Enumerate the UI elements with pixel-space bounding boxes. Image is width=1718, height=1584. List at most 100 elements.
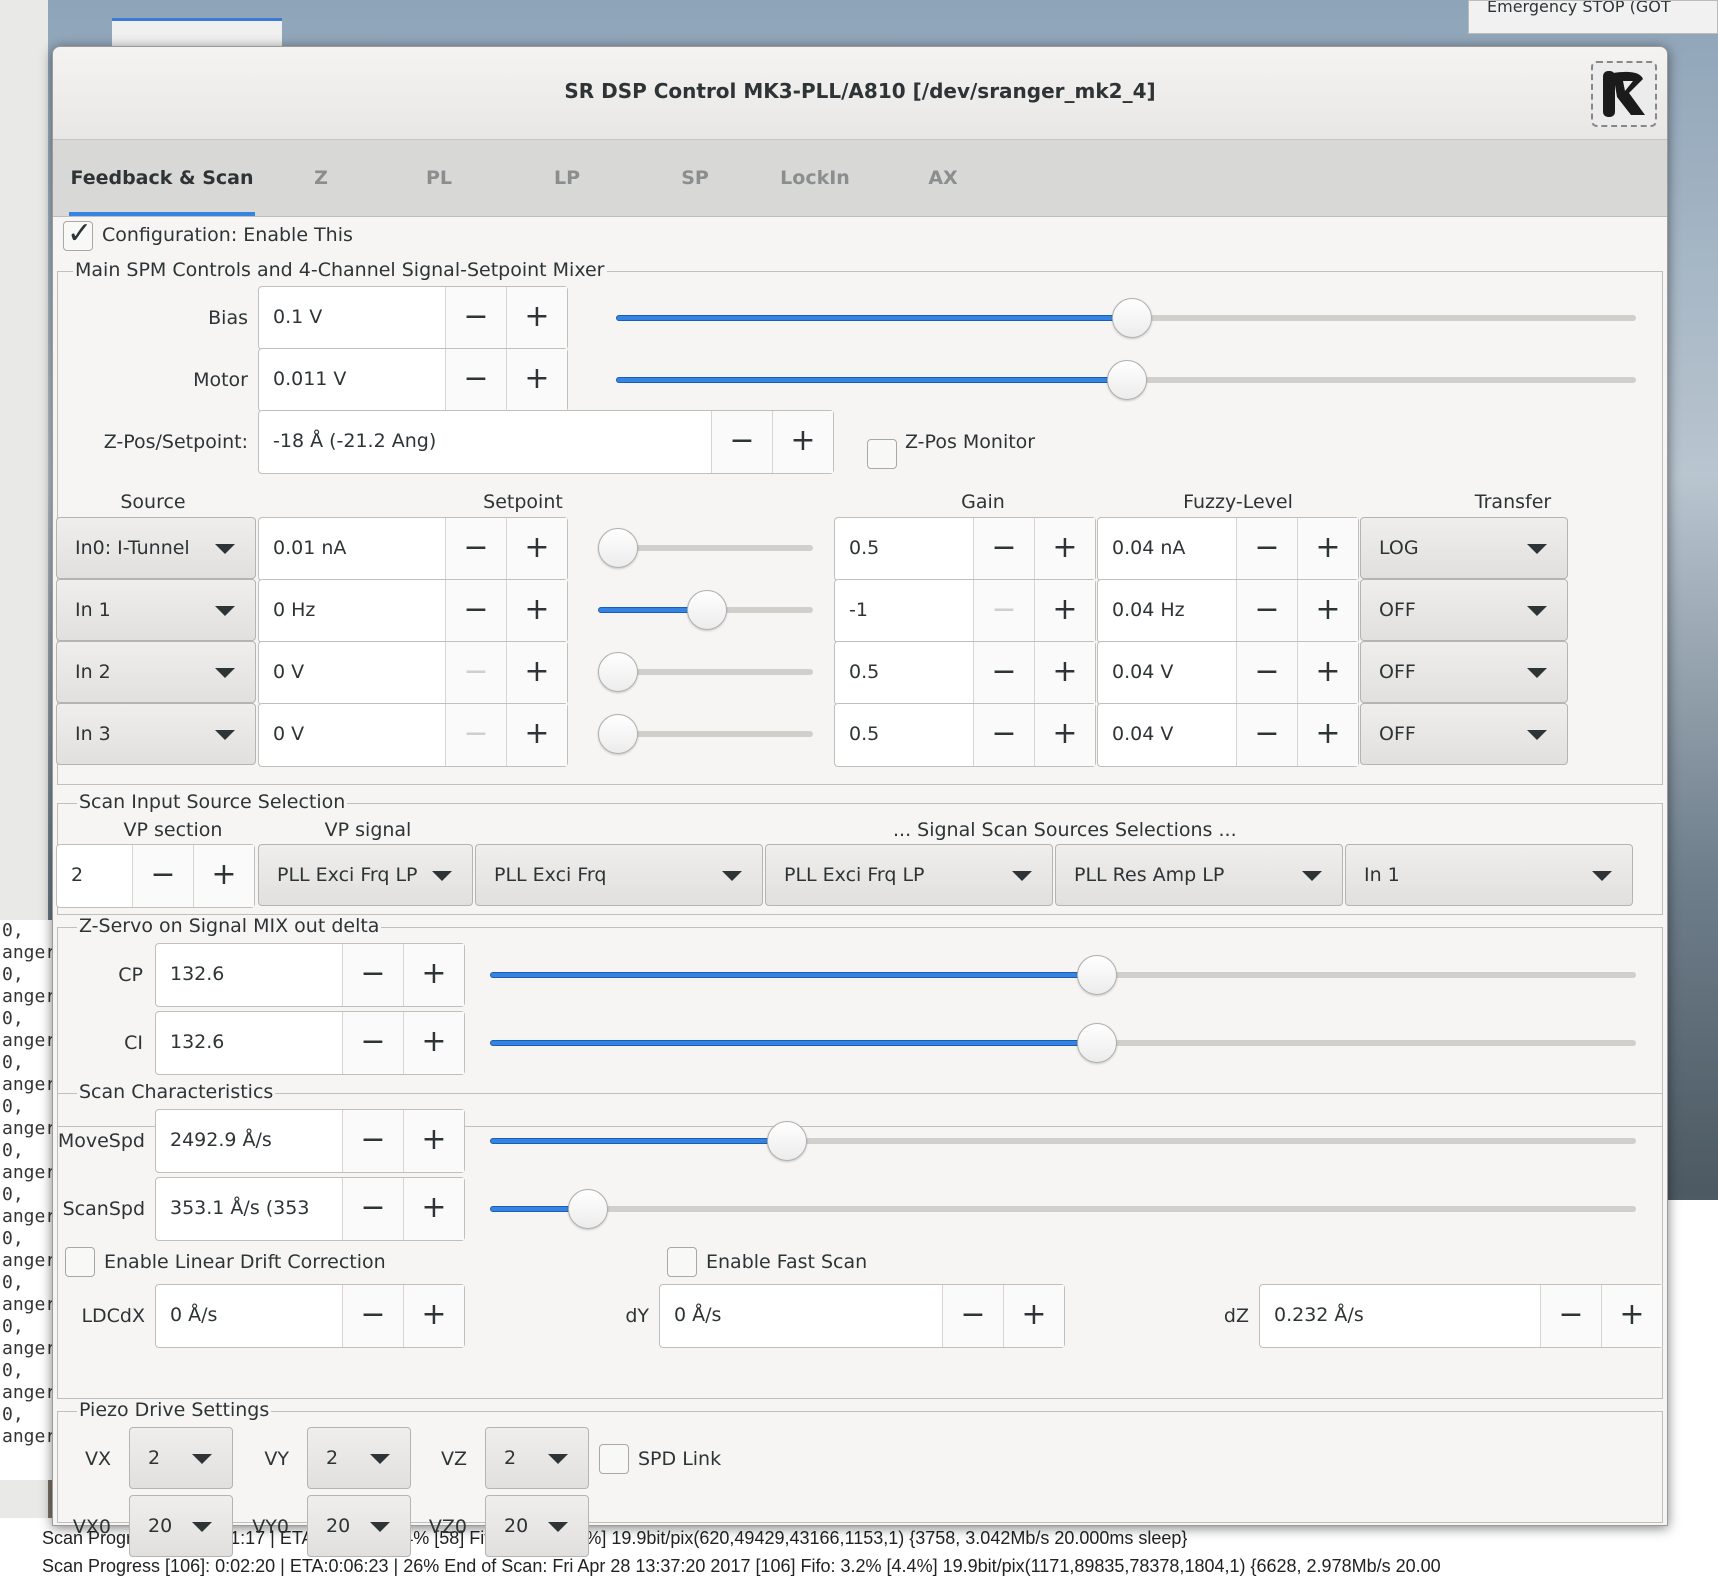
- linear-drift-checkbox[interactable]: [65, 1247, 95, 1277]
- motor-increment-button[interactable]: +: [506, 349, 567, 411]
- vp-signal-dropdown[interactable]: PLL Exci Frq LP: [258, 844, 473, 906]
- mixer-setpoint-spinbutton[interactable]: 0.01 nA − +: [258, 517, 568, 581]
- mixer-source-dropdown[interactable]: In0: I-Tunnel: [56, 517, 256, 579]
- mixer-transfer-dropdown[interactable]: LOG: [1360, 517, 1568, 579]
- zpos-spinbutton[interactable]: -18 Å (-21.2 Ang) − +: [258, 410, 834, 474]
- setpoint-increment-button[interactable]: +: [506, 580, 567, 642]
- zpos-monitor-checkbox[interactable]: [867, 439, 897, 469]
- ldcdx-decrement-button[interactable]: −: [342, 1285, 403, 1347]
- mixer-setpoint-slider[interactable]: [598, 714, 813, 754]
- mixer-source-dropdown[interactable]: In 2: [56, 641, 256, 703]
- movespd-spinbutton[interactable]: 2492.9 Å/s − +: [155, 1109, 465, 1173]
- slider-knob[interactable]: [598, 714, 638, 754]
- mixer-setpoint-value[interactable]: 0 V: [259, 704, 445, 766]
- scanspd-spinbutton[interactable]: 353.1 Å/s (353 − +: [155, 1177, 465, 1241]
- mixer-gain-spinbutton[interactable]: 0.5 − +: [834, 641, 1096, 705]
- tab-z[interactable]: Z: [285, 140, 357, 216]
- motor-slider[interactable]: [616, 360, 1636, 400]
- slider-knob[interactable]: [598, 528, 638, 568]
- mixer-setpoint-value[interactable]: 0 Hz: [259, 580, 445, 642]
- vx0-dropdown[interactable]: 20: [129, 1495, 233, 1557]
- movespd-decrement-button[interactable]: −: [342, 1110, 403, 1172]
- fast-scan-checkbox[interactable]: [667, 1247, 697, 1277]
- vp-section-spinbutton[interactable]: 2 − +: [56, 844, 255, 908]
- config-enable-checkbox[interactable]: [63, 216, 93, 251]
- fuzzy-increment-button[interactable]: +: [1297, 704, 1358, 766]
- gain-decrement-button[interactable]: −: [973, 642, 1034, 704]
- mixer-setpoint-value[interactable]: 0.01 nA: [259, 518, 445, 580]
- setpoint-increment-button[interactable]: +: [506, 642, 567, 704]
- vz0-dropdown[interactable]: 20: [485, 1495, 589, 1557]
- dy-value[interactable]: 0 Å/s: [660, 1285, 942, 1347]
- gain-decrement-button[interactable]: −: [973, 580, 1034, 642]
- spd-link-checkbox[interactable]: [599, 1444, 629, 1474]
- mixer-source-dropdown[interactable]: In 3: [56, 703, 256, 765]
- fuzzy-decrement-button[interactable]: −: [1236, 642, 1297, 704]
- mixer-setpoint-slider[interactable]: [598, 590, 813, 630]
- bias-spinbutton[interactable]: 0.1 V − +: [258, 286, 568, 350]
- ldcdx-increment-button[interactable]: +: [403, 1285, 464, 1347]
- cp-spinbutton[interactable]: 132.6 − +: [155, 943, 465, 1007]
- bias-slider[interactable]: [616, 298, 1636, 338]
- slider-knob[interactable]: [1107, 360, 1147, 400]
- mixer-setpoint-spinbutton[interactable]: 0 V − +: [258, 703, 568, 767]
- dy-increment-button[interactable]: +: [1003, 1285, 1064, 1347]
- slider-knob[interactable]: [1111, 298, 1152, 338]
- mixer-gain-spinbutton[interactable]: 0.5 − +: [834, 517, 1096, 581]
- ldcdx-spinbutton[interactable]: 0 Å/s − +: [155, 1284, 465, 1348]
- bias-increment-button[interactable]: +: [506, 287, 567, 349]
- mixer-gain-value[interactable]: -1: [835, 580, 973, 642]
- setpoint-decrement-button[interactable]: −: [445, 704, 506, 766]
- gain-decrement-button[interactable]: −: [973, 704, 1034, 766]
- vy0-dropdown[interactable]: 20: [307, 1495, 411, 1557]
- vy-dropdown[interactable]: 2: [307, 1427, 411, 1489]
- setpoint-increment-button[interactable]: +: [506, 518, 567, 580]
- cp-value[interactable]: 132.6: [156, 944, 342, 1006]
- mixer-source-dropdown[interactable]: In 1: [56, 579, 256, 641]
- dz-spinbutton[interactable]: 0.232 Å/s − +: [1259, 1284, 1663, 1348]
- cp-increment-button[interactable]: +: [403, 944, 464, 1006]
- fuzzy-increment-button[interactable]: +: [1297, 642, 1358, 704]
- vp-section-value[interactable]: 2: [57, 845, 132, 907]
- ldcdx-value[interactable]: 0 Å/s: [156, 1285, 342, 1347]
- vp-section-increment-button[interactable]: +: [193, 845, 254, 907]
- vx-dropdown[interactable]: 2: [129, 1427, 233, 1489]
- mixer-transfer-dropdown[interactable]: OFF: [1360, 641, 1568, 703]
- dz-decrement-button[interactable]: −: [1540, 1285, 1601, 1347]
- tab-ax[interactable]: AX: [907, 140, 979, 216]
- setpoint-decrement-button[interactable]: −: [445, 518, 506, 580]
- motor-spinbutton[interactable]: 0.011 V − +: [258, 348, 568, 412]
- ci-increment-button[interactable]: +: [403, 1012, 464, 1074]
- mixer-transfer-dropdown[interactable]: OFF: [1360, 703, 1568, 765]
- setpoint-decrement-button[interactable]: −: [445, 642, 506, 704]
- scan-source-4-dropdown[interactable]: In 1: [1345, 844, 1633, 906]
- mixer-fuzzy-value[interactable]: 0.04 V: [1098, 704, 1236, 766]
- mixer-setpoint-spinbutton[interactable]: 0 V − +: [258, 641, 568, 705]
- mixer-gain-value[interactable]: 0.5: [835, 518, 973, 580]
- tab-sp[interactable]: SP: [659, 140, 731, 216]
- scan-source-2-dropdown[interactable]: PLL Exci Frq LP: [765, 844, 1053, 906]
- mixer-gain-value[interactable]: 0.5: [835, 642, 973, 704]
- mixer-fuzzy-spinbutton[interactable]: 0.04 Hz − +: [1097, 579, 1359, 643]
- mixer-transfer-dropdown[interactable]: OFF: [1360, 579, 1568, 641]
- zpos-decrement-button[interactable]: −: [711, 411, 772, 473]
- mixer-fuzzy-value[interactable]: 0.04 Hz: [1098, 580, 1236, 642]
- fuzzy-decrement-button[interactable]: −: [1236, 518, 1297, 580]
- slider-knob[interactable]: [767, 1121, 807, 1161]
- vp-section-decrement-button[interactable]: −: [132, 845, 193, 907]
- bias-decrement-button[interactable]: −: [445, 287, 506, 349]
- dz-increment-button[interactable]: +: [1601, 1285, 1662, 1347]
- tab-pl[interactable]: PL: [403, 140, 475, 216]
- slider-knob[interactable]: [598, 652, 638, 692]
- mixer-gain-spinbutton[interactable]: 0.5 − +: [834, 703, 1096, 767]
- mixer-setpoint-spinbutton[interactable]: 0 Hz − +: [258, 579, 568, 643]
- fuzzy-increment-button[interactable]: +: [1297, 580, 1358, 642]
- setpoint-decrement-button[interactable]: −: [445, 580, 506, 642]
- mixer-fuzzy-spinbutton[interactable]: 0.04 V − +: [1097, 703, 1359, 767]
- fuzzy-decrement-button[interactable]: −: [1236, 704, 1297, 766]
- gain-increment-button[interactable]: +: [1034, 642, 1095, 704]
- app-logo-icon[interactable]: [1591, 61, 1657, 127]
- gain-increment-button[interactable]: +: [1034, 704, 1095, 766]
- gain-increment-button[interactable]: +: [1034, 518, 1095, 580]
- tab-lockin[interactable]: LockIn: [765, 140, 865, 216]
